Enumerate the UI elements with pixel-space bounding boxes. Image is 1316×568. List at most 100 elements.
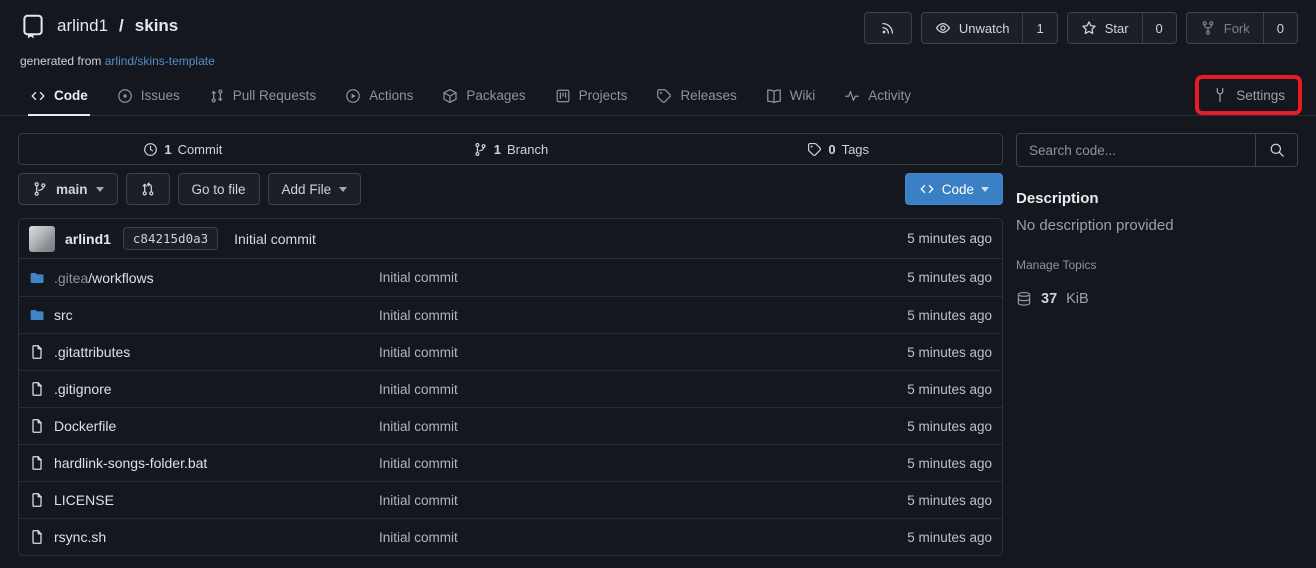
watch-count-button[interactable]: 1 [1022,12,1057,44]
folder-link[interactable]: .gitea/workflows [29,270,379,286]
fork-button[interactable]: Fork [1186,12,1264,44]
star-count-button[interactable]: 0 [1142,12,1177,44]
tab-label: Wiki [790,88,816,103]
file-row: LICENSE Initial commit5 minutes ago [19,481,1002,518]
last-commit-message-link[interactable]: Initial commit [379,456,907,471]
code-download-button[interactable]: Code [905,173,1003,205]
tab-issues[interactable]: Issues [117,76,180,115]
entry-name: .gitattributes [54,344,130,360]
file-link[interactable]: Dockerfile [29,418,379,434]
stat-branch[interactable]: 1Branch [347,134,675,164]
stat-tags[interactable]: 0Tags [674,134,1002,164]
repo-stats-bar: 1 Commit 1Branch0Tags [18,133,1003,165]
fork-button-group: Fork 0 [1186,12,1298,44]
file-link[interactable]: .gitignore [29,381,379,397]
tab-label: Projects [579,88,628,103]
file-row: .gitignoreInitial commit5 minutes ago [19,370,1002,407]
compare-icon [140,181,156,197]
go-to-file-label: Go to file [192,182,246,197]
folder-link[interactable]: src [29,307,379,323]
branch-icon [473,142,488,157]
file-icon [29,455,45,471]
avatar[interactable] [29,226,55,252]
last-commit-message-link[interactable]: Initial commit [379,419,907,434]
chevron-down-icon [339,187,347,192]
last-commit-message-link[interactable]: Initial commit [379,308,907,323]
file-icon [29,418,45,434]
repo-owner-link[interactable]: arlind1 [57,16,108,36]
package-icon [442,88,458,104]
last-commit-message-link[interactable]: Initial commit [379,530,907,545]
search-icon [1269,142,1285,158]
stat-label: Commit [178,142,223,157]
stat-value: 1 [164,142,171,157]
repo-title: arlind1 / skins [20,13,178,39]
compare-button[interactable] [126,173,170,205]
entry-name: rsync.sh [54,529,106,545]
issue-icon [117,88,133,104]
tab-pull-requests[interactable]: Pull Requests [209,76,316,115]
watch-count: 1 [1036,21,1043,36]
repo-size-value: 37 [1041,291,1057,307]
last-commit-time: 5 minutes ago [907,493,992,508]
commit-author-link[interactable]: arlind1 [65,231,111,247]
tab-actions[interactable]: Actions [345,76,413,115]
last-commit-time: 5 minutes ago [907,308,992,323]
tab-label: Pull Requests [233,88,316,103]
rss-icon [880,20,896,36]
tab-code[interactable]: Code [30,76,88,115]
file-row: hardlink-songs-folder.batInitial commit5… [19,444,1002,481]
repo-name-link[interactable]: skins [135,16,178,36]
watch-button-group: Unwatch 1 [921,12,1058,44]
last-commit-message-link[interactable]: Initial commit [379,345,907,360]
template-link[interactable]: arlind/skins-template [105,54,215,68]
tab-wiki[interactable]: Wiki [766,76,816,115]
star-button[interactable]: Star [1067,12,1143,44]
file-link[interactable]: LICENSE [29,492,379,508]
tab-projects[interactable]: Projects [555,76,628,115]
tab-label: Issues [141,88,180,103]
go-to-file-button[interactable]: Go to file [178,173,260,205]
tab-packages[interactable]: Packages [442,76,525,115]
commit-sha-chip[interactable]: c84215d0a3 [123,227,218,250]
tab-label: Packages [466,88,525,103]
rss-button[interactable] [864,12,912,44]
fork-count-button[interactable]: 0 [1263,12,1298,44]
file-icon [29,344,45,360]
branch-selector[interactable]: main [18,173,118,205]
add-file-button[interactable]: Add File [268,173,362,205]
tab-label: Activity [868,88,911,103]
last-commit-message-link[interactable]: Initial commit [379,493,907,508]
file-link[interactable]: .gitattributes [29,344,379,360]
file-row: srcInitial commit5 minutes ago [19,296,1002,333]
search-input[interactable] [1017,134,1255,166]
last-commit-time: 5 minutes ago [907,530,992,545]
add-file-label: Add File [282,182,332,197]
file-link[interactable]: hardlink-songs-folder.bat [29,455,379,471]
description-text: No description provided [1016,217,1298,234]
star-count: 0 [1156,21,1163,36]
last-commit-message-link[interactable]: Initial commit [379,382,907,397]
manage-topics-link[interactable]: Manage Topics [1016,258,1097,272]
path-prefix: .gitea [54,270,88,286]
tab-activity[interactable]: Activity [844,76,911,115]
last-commit-message-link[interactable]: Initial commit [379,270,907,285]
file-row: rsync.sh Initial commit5 minutes ago [19,518,1002,555]
tab-releases[interactable]: Releases [656,76,736,115]
description-heading: Description [1016,190,1298,207]
commit-message-link[interactable]: Initial commit [234,231,316,247]
red-annotation-box: Settings [1195,75,1302,115]
last-commit-time: 5 minutes ago [907,419,992,434]
star-button-group: Star 0 [1067,12,1177,44]
entry-name: hardlink-songs-folder.bat [54,455,207,471]
repo-icon [20,13,46,39]
file-link[interactable]: rsync.sh [29,529,379,545]
repo-content: 1 Commit 1Branch0Tags main Go to file Add … [18,133,1003,556]
eye-icon [935,20,951,36]
entry-name: LICENSE [54,492,114,508]
unwatch-button[interactable]: Unwatch [921,12,1024,44]
search-button[interactable] [1255,134,1297,166]
stat-commit[interactable]: 1 Commit [19,134,347,164]
main-area: 1 Commit 1Branch0Tags main Go to file Add … [0,133,1316,556]
tab-settings[interactable]: Settings [1212,87,1285,103]
